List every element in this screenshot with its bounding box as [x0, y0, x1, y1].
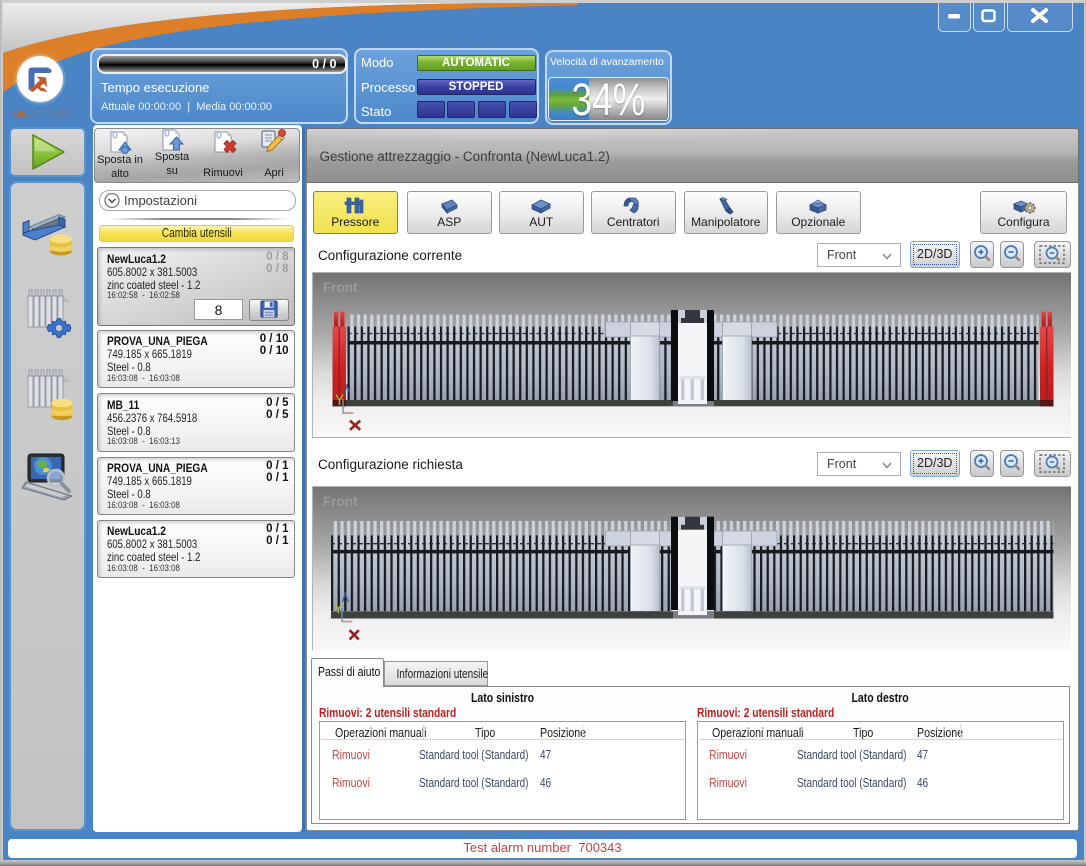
svg-text:Front: Front	[323, 494, 358, 509]
svg-text:Front: Front	[323, 280, 358, 295]
